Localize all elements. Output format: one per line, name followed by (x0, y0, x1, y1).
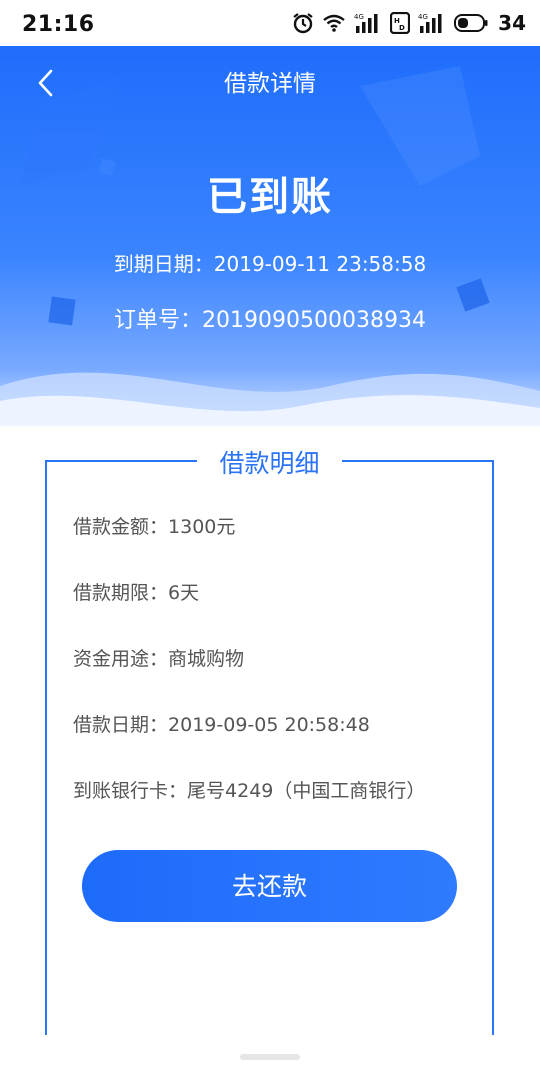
hero-decoration (0, 66, 540, 426)
detail-value: 商城购物 (168, 648, 245, 670)
loan-detail-card (45, 460, 494, 1035)
status-bar: 21:16 4G H D 4G 34 (0, 0, 540, 46)
status-time: 21:16 (22, 12, 95, 37)
detail-row-term: 借款期限：6天 (73, 578, 199, 605)
card-border-top-right (342, 460, 494, 462)
detail-row-amount: 借款金额：1300元 (73, 512, 235, 539)
detail-row-bank-card: 到账银行卡：尾号4249（中国工商银行） (73, 776, 425, 803)
detail-label: 借款日期： (73, 714, 169, 736)
signal-4g-icon-2: 4G (418, 12, 446, 34)
svg-text:4G: 4G (354, 13, 364, 21)
hero-header: 借款详情 已到账 到期日期：2019-09-11 23:58:58 订单号：20… (0, 46, 540, 426)
loan-status: 已到账 (207, 174, 333, 220)
detail-value: 1300元 (168, 516, 236, 538)
card-title: 借款明细 (197, 444, 342, 480)
card-border-top-left (45, 460, 197, 462)
order-number: 订单号：2019090500038934 (114, 308, 426, 333)
wifi-icon (322, 13, 346, 33)
detail-label: 资金用途： (73, 648, 169, 670)
battery-level: 34 (498, 11, 526, 35)
detail-value: 2019-09-05 20:58:48 (168, 714, 370, 736)
battery-icon (454, 14, 488, 32)
home-indicator[interactable] (240, 1054, 300, 1060)
page-title: 借款详情 (224, 71, 316, 97)
svg-text:D: D (399, 24, 405, 32)
detail-label: 借款金额： (73, 516, 169, 538)
detail-value: 6天 (168, 582, 200, 604)
alarm-icon (292, 12, 314, 34)
repay-button[interactable]: 去还款 (82, 850, 457, 922)
status-icons: 4G H D 4G 34 (292, 10, 526, 36)
hd-icon: H D (390, 12, 411, 34)
detail-value: 尾号4249（中国工商银行） (187, 780, 426, 802)
due-date: 到期日期：2019-09-11 23:58:58 (113, 252, 427, 276)
detail-row-purpose: 资金用途：商城购物 (73, 644, 244, 671)
svg-text:4G: 4G (418, 13, 428, 21)
detail-label: 到账银行卡： (73, 780, 188, 802)
signal-4g-icon: 4G (354, 12, 382, 34)
loan-detail-page: 21:16 4G H D 4G 34 借款详情 已到账 到期日期：2019-09… (0, 0, 540, 1080)
detail-row-loan-date: 借款日期：2019-09-05 20:58:48 (73, 710, 370, 737)
detail-label: 借款期限： (73, 582, 169, 604)
